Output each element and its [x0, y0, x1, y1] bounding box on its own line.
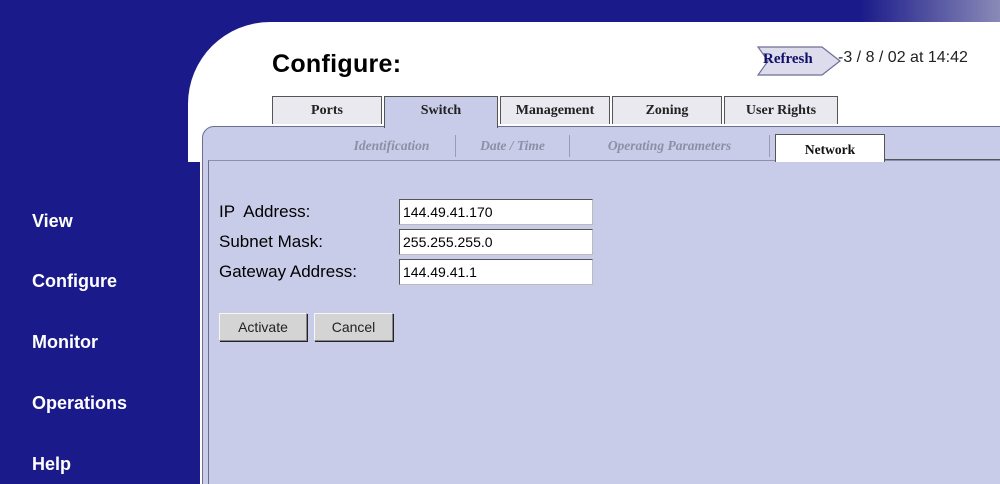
ip-address-input[interactable] — [399, 199, 593, 225]
tab-zoning[interactable]: Zoning — [612, 96, 722, 124]
tab-user-rights[interactable]: User Rights — [724, 96, 838, 124]
page-title: Configure: — [272, 50, 402, 78]
subtab-date-time[interactable]: Date / Time — [456, 135, 570, 157]
subnet-mask-label: Subnet Mask: — [219, 232, 323, 251]
subtab-label: Operating Parameters — [607, 138, 732, 153]
subtab-identification[interactable]: Identification — [328, 135, 456, 157]
tab-label: Switch — [420, 103, 462, 118]
subtab-label: Date / Time — [480, 138, 545, 153]
tab-label: User Rights — [745, 103, 817, 118]
subtab-label: Network — [804, 142, 856, 157]
refresh-label: Refresh — [763, 51, 813, 67]
sidebar-item-view[interactable]: View — [32, 211, 73, 232]
tab-label: Zoning — [645, 103, 689, 118]
app-window: Configure: Refresh -3 / 8 / 02 at 14:42 … — [0, 0, 1000, 484]
sidebar-item-operations[interactable]: Operations — [32, 393, 127, 414]
subtab-network[interactable]: Network — [775, 134, 885, 162]
tab-switch[interactable]: Switch — [384, 96, 498, 128]
subnet-mask-input[interactable] — [399, 229, 593, 255]
sidebar-item-help[interactable]: Help — [32, 454, 71, 475]
gateway-address-label: Gateway Address: — [219, 262, 357, 281]
tab-label: Management — [515, 103, 595, 118]
cancel-button[interactable]: Cancel — [314, 313, 393, 341]
subtab-operating-parameters[interactable]: Operating Parameters — [570, 135, 770, 157]
sidebar-item-configure[interactable]: Configure — [32, 271, 117, 292]
subtab-label: Identification — [353, 138, 430, 153]
ip-address-label: IP Address: — [219, 202, 311, 221]
tab-label: Ports — [311, 103, 343, 118]
tab-ports[interactable]: Ports — [272, 96, 382, 124]
refresh-timestamp: -3 / 8 / 02 at 14:42 — [838, 49, 968, 66]
sidebar-item-monitor[interactable]: Monitor — [32, 332, 98, 353]
activate-button[interactable]: Activate — [219, 313, 307, 341]
gateway-address-input[interactable] — [399, 259, 593, 285]
tab-management[interactable]: Management — [500, 96, 610, 124]
banner-highlight — [860, 0, 1000, 24]
